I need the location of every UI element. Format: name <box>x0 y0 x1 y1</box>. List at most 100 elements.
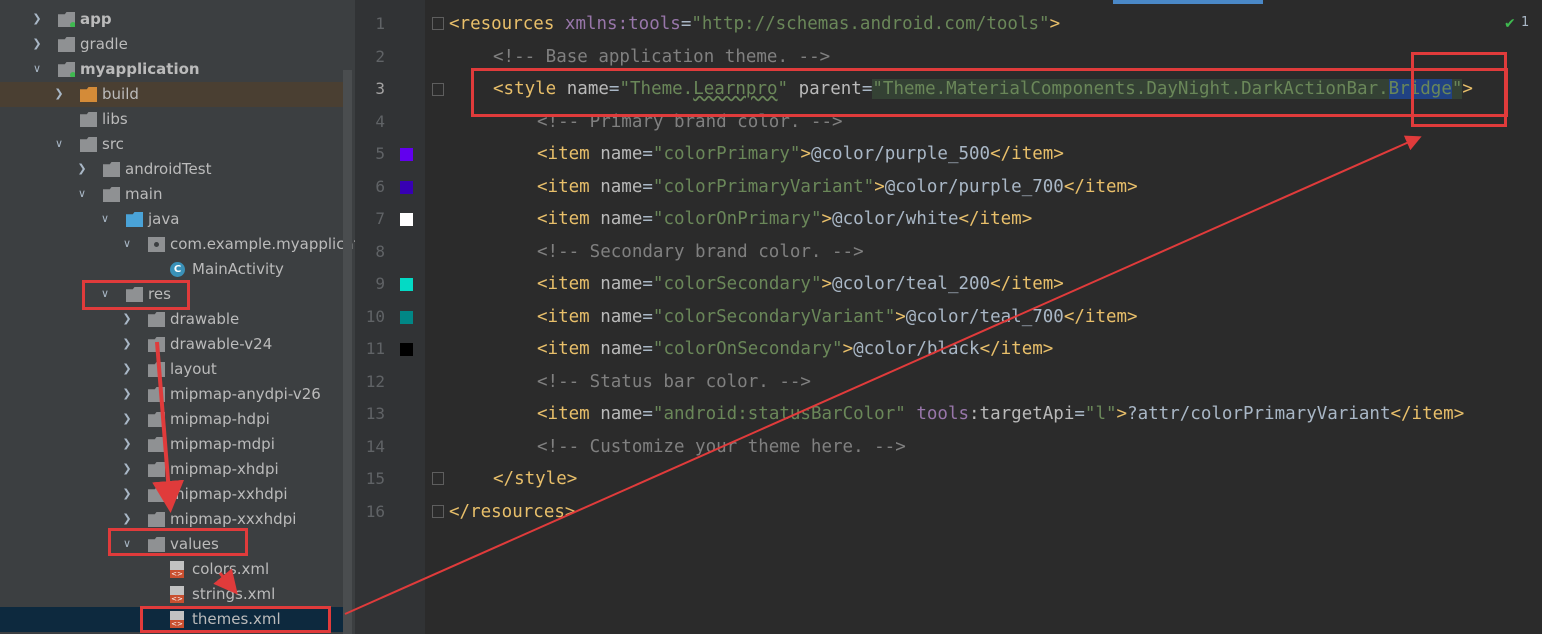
code-line-14: <!-- Customize your theme here. --> <box>537 437 906 457</box>
tree-item[interactable]: ∨ main <box>0 182 345 207</box>
chevron-right-icon[interactable]: ❯ <box>30 35 44 53</box>
chevron-right-icon[interactable]: ❯ <box>120 485 134 503</box>
tree-item[interactable]: ∨ src <box>0 132 345 157</box>
folder-icon <box>148 312 165 327</box>
token: @color/teal_700 <box>905 307 1064 327</box>
token: > <box>821 274 833 294</box>
color-swatch-purple-500[interactable] <box>400 148 413 161</box>
token: <item <box>537 209 601 229</box>
token: "http://schemas.android.com/tools" <box>691 14 1050 34</box>
chevron-down-icon[interactable]: ∨ <box>52 135 66 153</box>
annotation-box-themes <box>140 606 331 633</box>
inspection-count[interactable]: 1 <box>1521 15 1529 30</box>
code-line-8: <!-- Secondary brand color. --> <box>537 242 864 262</box>
tree-item-label: src <box>102 135 124 153</box>
chevron-right-icon[interactable]: ❯ <box>120 335 134 353</box>
chevron-down-icon[interactable]: ∨ <box>75 185 89 203</box>
folder-icon <box>148 462 165 477</box>
token: "l" <box>1084 404 1117 424</box>
tree-item[interactable]: C MainActivity <box>0 257 345 282</box>
annotation-box-values <box>108 528 248 556</box>
chevron-right-icon[interactable]: ❯ <box>120 460 134 478</box>
token: > <box>895 307 906 327</box>
folder-icon <box>148 412 165 427</box>
tree-item[interactable]: ❯ mipmap-anydpi-v26 <box>0 382 345 407</box>
tree-item[interactable]: ❯ mipmap-xxhdpi <box>0 482 345 507</box>
tree-item[interactable]: ∨ java <box>0 207 345 232</box>
tree-item[interactable]: ∨ myapplication <box>0 57 345 82</box>
tree-item[interactable]: ❯ mipmap-mdpi <box>0 432 345 457</box>
token: @color/white <box>832 209 959 229</box>
tree-item-label: build <box>102 85 139 103</box>
tree-item-label: layout <box>170 360 217 378</box>
chevron-right-icon[interactable]: ❯ <box>120 410 134 428</box>
folder-icon <box>103 187 120 202</box>
tree-item[interactable]: ❯ drawable-v24 <box>0 332 345 357</box>
tree-item[interactable]: ❯ build <box>0 82 345 107</box>
token: = <box>642 209 653 229</box>
tree-item-label: androidTest <box>125 160 212 178</box>
chevron-right-icon[interactable]: ❯ <box>30 10 44 28</box>
token: > <box>800 144 811 164</box>
fold-marker-icon[interactable] <box>432 505 444 518</box>
token: name <box>600 177 643 197</box>
fold-marker-icon[interactable] <box>432 17 444 30</box>
token: > <box>1049 14 1061 34</box>
tree-item-label: mipmap-xxhdpi <box>170 485 288 503</box>
tree-item[interactable]: ∨ com.example.myapplicati <box>0 232 355 257</box>
project-tree-scrollbar[interactable] <box>343 70 352 634</box>
line-number: 4 <box>375 112 385 131</box>
token: name <box>600 404 643 424</box>
tree-item-label: libs <box>102 110 128 128</box>
line-number: 9 <box>375 274 385 293</box>
line-number: 5 <box>375 144 385 163</box>
code-line-7: <item name="colorOnPrimary">@color/white… <box>537 208 1032 230</box>
tree-item[interactable]: ❯ mipmap-hdpi <box>0 407 345 432</box>
tree-item[interactable]: ❯ gradle <box>0 32 345 57</box>
folder-icon <box>148 437 165 452</box>
token: "android:statusBarColor" <box>652 404 906 424</box>
folder-icon <box>80 137 97 152</box>
token: </item> <box>958 209 1033 229</box>
token: @color/purple_700 <box>884 177 1064 197</box>
token: xmlns: <box>564 14 629 34</box>
chevron-down-icon[interactable]: ∨ <box>30 60 44 78</box>
tree-item[interactable]: ❯ androidTest <box>0 157 345 182</box>
fold-marker-icon[interactable] <box>432 472 444 485</box>
token: "colorPrimary" <box>652 144 801 164</box>
inspection-ok-icon[interactable]: ✔ <box>1504 16 1516 32</box>
color-swatch-teal-200[interactable] <box>400 278 413 291</box>
chevron-right-icon[interactable]: ❯ <box>75 160 89 178</box>
line-number: 12 <box>365 372 385 391</box>
tree-item-label: colors.xml <box>192 560 270 578</box>
fold-marker-icon[interactable] <box>432 83 444 96</box>
token: <item <box>537 339 601 359</box>
chevron-right-icon[interactable]: ❯ <box>120 510 134 528</box>
chevron-right-icon[interactable]: ❯ <box>52 85 66 103</box>
chevron-right-icon[interactable]: ❯ <box>120 310 134 328</box>
tree-item[interactable]: ❯ layout <box>0 357 345 382</box>
color-swatch-white[interactable] <box>400 213 413 226</box>
chevron-right-icon[interactable]: ❯ <box>120 385 134 403</box>
token: name <box>600 209 643 229</box>
chevron-right-icon[interactable]: ❯ <box>120 435 134 453</box>
chevron-down-icon[interactable]: ∨ <box>120 235 134 253</box>
tree-item[interactable]: libs <box>0 107 345 132</box>
tree-item[interactable]: ❯ drawable <box>0 307 345 332</box>
color-swatch-teal-700[interactable] <box>400 311 413 324</box>
token: = <box>642 177 653 197</box>
chevron-right-icon[interactable]: ❯ <box>120 360 134 378</box>
tree-item[interactable]: ❯ mipmap-xhdpi <box>0 457 345 482</box>
color-swatch-black[interactable] <box>400 343 413 356</box>
token: "colorPrimaryVariant" <box>652 177 875 197</box>
token: name <box>600 144 643 164</box>
tree-item[interactable]: strings.xml <box>0 582 345 607</box>
tree-item[interactable]: colors.xml <box>0 557 345 582</box>
tree-item-label: main <box>125 185 163 203</box>
color-swatch-purple-700[interactable] <box>400 181 413 194</box>
token: @color/purple_500 <box>810 144 991 164</box>
blue-folder-icon <box>126 212 143 227</box>
tree-item[interactable]: ❯ app <box>0 7 345 32</box>
chevron-down-icon[interactable]: ∨ <box>98 210 112 228</box>
token: name <box>600 339 643 359</box>
